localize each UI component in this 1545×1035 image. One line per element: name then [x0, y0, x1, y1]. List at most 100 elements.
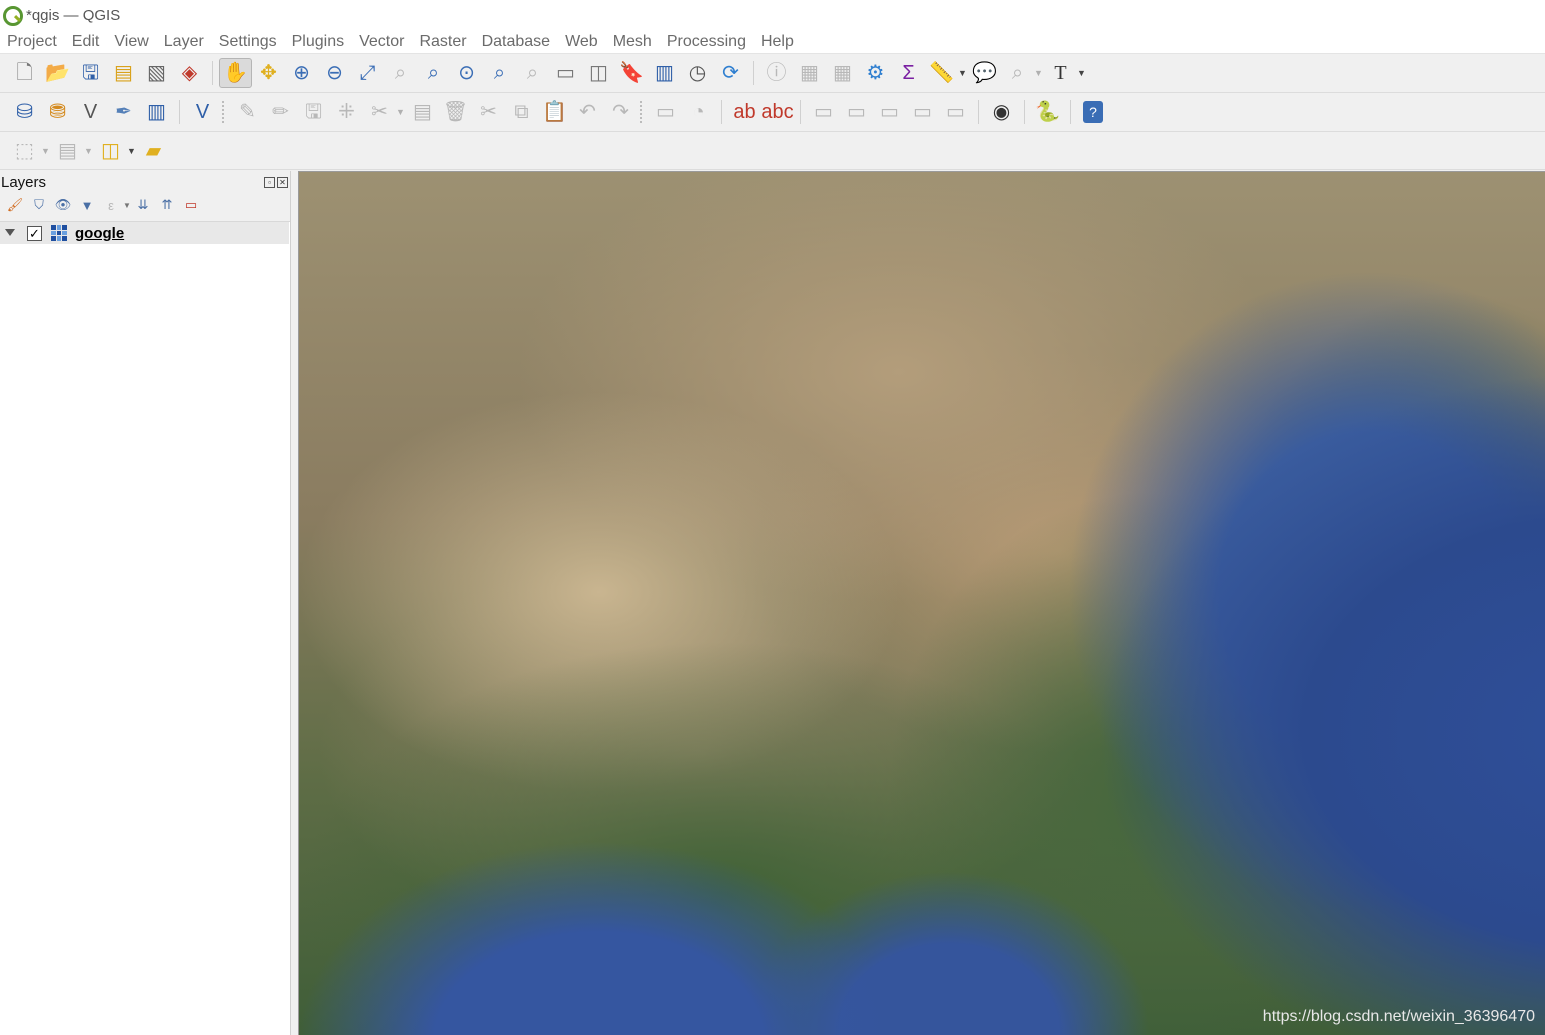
new-virtual-layer-icon[interactable]: V — [186, 97, 219, 127]
menu-edit[interactable]: Edit — [72, 33, 100, 51]
pan-to-selection-icon[interactable]: ✥ — [252, 58, 285, 88]
new-map-view-icon[interactable]: ▭ — [549, 58, 582, 88]
map-tips-icon[interactable]: 💬 — [968, 58, 1001, 88]
select-by-expression-dropdown-icon[interactable]: ▼ — [84, 146, 94, 156]
save-layer-edits-icon[interactable]: 🖫 — [297, 97, 330, 127]
select-location-icon[interactable]: ▰ — [137, 136, 170, 166]
layer-diagram-options-icon[interactable]: abc — [761, 97, 794, 127]
data-source-manager-icon[interactable]: ⛁ — [8, 97, 41, 127]
menu-project[interactable]: Project — [7, 33, 57, 51]
diagram-tool-icon[interactable]: ◔ — [682, 97, 715, 127]
open-layer-styling-icon[interactable]: 🖌 — [3, 194, 27, 216]
vertex-tool-dropdown-icon[interactable]: ▼ — [396, 107, 406, 117]
select-by-expression-icon[interactable]: ▤ — [51, 136, 84, 166]
manage-map-themes-icon[interactable]: 👁 — [51, 194, 75, 216]
style-manager-icon[interactable]: ◈ — [173, 58, 206, 88]
zoom-full-icon[interactable]: ⤢ — [351, 58, 384, 88]
menu-layer[interactable]: Layer — [164, 33, 204, 51]
new-print-layout-icon[interactable]: ▤ — [107, 58, 140, 88]
help-icon[interactable]: ? — [1083, 101, 1103, 123]
show-hide-labels-icon[interactable]: ▭ — [873, 97, 906, 127]
menu-processing[interactable]: Processing — [667, 33, 746, 51]
show-bookmarks-icon[interactable]: ▥ — [648, 58, 681, 88]
layout-manager-icon[interactable]: ▧ — [140, 58, 173, 88]
new-3d-map-view-icon[interactable]: ◫ — [582, 58, 615, 88]
menu-plugins[interactable]: Plugins — [292, 33, 344, 51]
save-project-icon[interactable]: 🖫 — [74, 58, 107, 88]
text-annotation-icon[interactable]: T — [1044, 58, 1077, 88]
layer-labeling-options-icon[interactable]: ab — [728, 97, 761, 127]
pan-map-icon[interactable]: ✋ — [219, 58, 252, 88]
pin-labels-icon[interactable]: ▭ — [840, 97, 873, 127]
toolbox-icon[interactable]: ⚙ — [859, 58, 892, 88]
new-shapefile-layer-icon[interactable]: V — [74, 97, 107, 127]
modify-attributes-icon[interactable]: ▤ — [406, 97, 439, 127]
add-feature-icon[interactable]: ⁜ — [330, 97, 363, 127]
layer-visibility-checkbox[interactable]: ✓ — [27, 225, 42, 241]
collapse-all-icon[interactable]: ⇈ — [155, 194, 179, 216]
menu-settings[interactable]: Settings — [219, 33, 277, 51]
quickmapservices-icon[interactable]: ◉ — [985, 97, 1018, 127]
zoom-native-resolution-icon[interactable]: ⊙ — [450, 58, 483, 88]
identify-features-icon[interactable]: ⓘ — [760, 58, 793, 88]
toolbar-grip[interactable] — [221, 100, 225, 124]
cut-features-icon[interactable]: ✂ — [472, 97, 505, 127]
deselect-all-icon[interactable]: ◫ — [94, 136, 127, 166]
new-project-icon[interactable]: 🗋 — [8, 58, 41, 88]
menu-raster[interactable]: Raster — [419, 33, 466, 51]
menu-database[interactable]: Database — [482, 33, 551, 51]
menu-web[interactable]: Web — [565, 33, 598, 51]
move-label-icon[interactable]: ▭ — [906, 97, 939, 127]
zoom-to-selection-icon[interactable]: ⌕ — [384, 58, 417, 88]
vertex-tool-icon[interactable]: ✂ — [363, 97, 396, 127]
copy-features-icon[interactable]: ⧉ — [505, 97, 538, 127]
zoom-next-icon[interactable]: ⌕ — [516, 58, 549, 88]
filter-by-expression-icon[interactable]: ε — [99, 194, 123, 216]
new-bookmark-icon[interactable]: 🔖 — [615, 58, 648, 88]
expand-all-icon[interactable]: ⇊ — [131, 194, 155, 216]
open-field-calculator-icon[interactable]: ▦ — [826, 58, 859, 88]
toolbar-grip[interactable] — [639, 100, 643, 124]
open-attribute-table-icon[interactable]: ▦ — [793, 58, 826, 88]
label-tool-icon[interactable]: ▭ — [649, 97, 682, 127]
measure-dropdown-icon[interactable]: ▼ — [958, 68, 968, 78]
undo-icon[interactable]: ↶ — [571, 97, 604, 127]
select-dropdown-icon[interactable]: ▼ — [1034, 68, 1044, 78]
filter-legend-icon[interactable]: ▼ — [75, 194, 99, 216]
panel-splitter[interactable] — [290, 171, 298, 1035]
new-geopackage-layer-icon[interactable]: ⛃ — [41, 97, 74, 127]
select-by-area-dropdown-icon[interactable]: ▼ — [41, 146, 51, 156]
measure-line-icon[interactable]: 📏 — [925, 58, 958, 88]
filter-dropdown-icon[interactable]: ▼ — [123, 201, 131, 210]
close-panel-icon[interactable]: ✕ — [277, 176, 288, 188]
zoom-in-icon[interactable]: ⊕ — [285, 58, 318, 88]
deselect-dropdown-icon[interactable]: ▼ — [127, 146, 137, 156]
menu-help[interactable]: Help — [761, 33, 794, 51]
menu-mesh[interactable]: Mesh — [613, 33, 652, 51]
menu-vector[interactable]: Vector — [359, 33, 404, 51]
select-by-area-icon[interactable]: ⬚ — [8, 136, 41, 166]
map-canvas[interactable]: https://blog.csdn.net/weixin_36396470 — [298, 171, 1545, 1035]
statistical-summary-icon[interactable]: Σ — [892, 58, 925, 88]
current-edits-icon[interactable]: ✎ — [231, 97, 264, 127]
open-project-icon[interactable]: 📂 — [41, 58, 74, 88]
float-panel-icon[interactable]: ▫ — [264, 176, 275, 188]
paste-features-icon[interactable]: 📋 — [538, 97, 571, 127]
collapse-layer-icon[interactable] — [5, 229, 15, 237]
add-group-icon[interactable]: ⛉ — [27, 194, 51, 216]
layer-name[interactable]: google — [75, 225, 124, 242]
zoom-out-icon[interactable]: ⊖ — [318, 58, 351, 88]
new-temporary-layer-icon[interactable]: ▥ — [140, 97, 173, 127]
menu-view[interactable]: View — [114, 33, 148, 51]
remove-layer-icon[interactable]: ▭ — [179, 194, 203, 216]
highlight-pinned-labels-icon[interactable]: ▭ — [807, 97, 840, 127]
refresh-icon[interactable]: ⟳ — [714, 58, 747, 88]
annotation-dropdown-icon[interactable]: ▼ — [1077, 68, 1087, 78]
redo-icon[interactable]: ↷ — [604, 97, 637, 127]
select-features-icon[interactable]: ⌕ — [1001, 58, 1034, 88]
temporal-controller-icon[interactable]: ◷ — [681, 58, 714, 88]
python-console-icon[interactable]: 🐍 — [1031, 97, 1064, 127]
new-spatialite-layer-icon[interactable]: ✒ — [107, 97, 140, 127]
rotate-label-icon[interactable]: ▭ — [939, 97, 972, 127]
delete-selected-icon[interactable]: 🗑 — [439, 97, 472, 127]
